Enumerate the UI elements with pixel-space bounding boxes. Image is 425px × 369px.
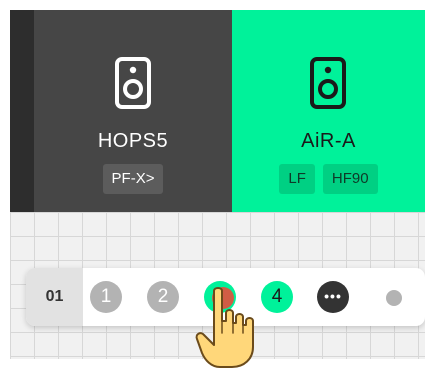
previous-speaker-edge[interactable] — [10, 10, 34, 212]
speaker-icon — [310, 57, 346, 109]
speaker-name: AiR-A — [301, 130, 356, 152]
speaker-button-2[interactable]: 2 — [147, 281, 179, 313]
speaker-tag-hf90: HF90 — [322, 164, 378, 194]
hand-pointer-icon — [195, 287, 254, 368]
speaker-tag-lf: LF — [279, 164, 315, 194]
speaker-button-1[interactable]: 1 — [90, 281, 122, 313]
more-icon[interactable]: ••• — [317, 281, 349, 313]
speaker-icon — [115, 57, 151, 109]
speaker-name: HOPS5 — [97, 130, 169, 152]
page-label[interactable]: 01 — [26, 268, 83, 326]
speaker-card-hops5[interactable]: HOPS5 PF-X> — [34, 10, 232, 212]
speaker-tag: PF-X> — [102, 164, 164, 194]
page-indicator-dot[interactable] — [386, 290, 402, 306]
speaker-card-air-a[interactable]: AiR-A LF HF90 — [232, 10, 425, 212]
